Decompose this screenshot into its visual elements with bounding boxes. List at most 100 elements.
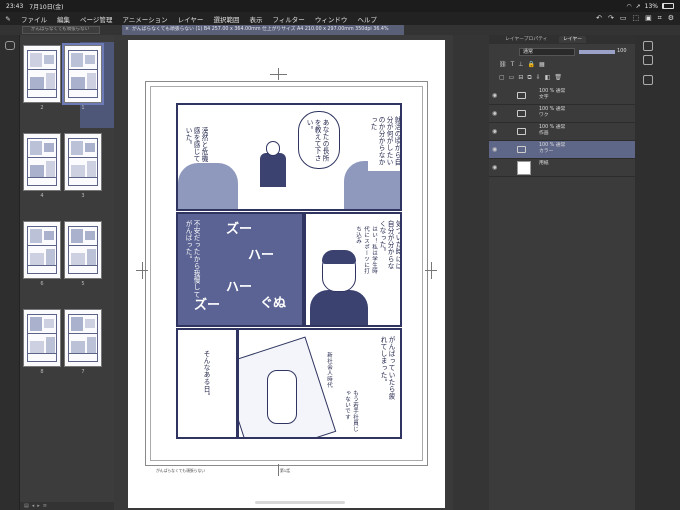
layer-row[interactable]: ◉ 100 % 通常 作画: [489, 123, 635, 141]
new-folder-icon[interactable]: ⊟: [518, 74, 523, 82]
thumbnail-panel: [30, 165, 44, 177]
page-manager-toolbar: ▤ ◂ ▸ ≡: [20, 502, 114, 510]
thought-text: はい！私は学生時代にスポーツに打ち込み: [355, 226, 377, 274]
page-thumbnail[interactable]: [23, 309, 61, 367]
register-mark-left-v: [142, 262, 143, 279]
panel-confusion: 不安だったから我慢してがんばった。 ズー ハー ハー ズー ぐぬ: [176, 212, 304, 327]
text-icon[interactable]: T: [511, 61, 515, 69]
page-number-label: 6: [40, 281, 44, 287]
close-tab-icon[interactable]: ×: [125, 25, 129, 35]
layer-panel-tabs: レイヤープロパティ レイヤー: [489, 35, 635, 44]
next-icon[interactable]: ▸: [37, 503, 40, 509]
caption-left: 漠然と危機感を感じていた。: [184, 127, 208, 163]
layer-row[interactable]: ◉ 100 % 通常 カラー: [489, 141, 635, 159]
layer-info: 100 % 通常 カラー: [539, 143, 565, 155]
menu-animation[interactable]: アニメーション: [117, 14, 172, 24]
page-manager-icon[interactable]: [5, 41, 15, 50]
redo-icon[interactable]: ↷: [608, 14, 614, 23]
layer-info: 100 % 通常 ワク: [539, 107, 565, 119]
opacity-value: 100: [617, 48, 627, 54]
home-indicator[interactable]: [255, 501, 345, 504]
thumbnail-panel: [30, 317, 42, 331]
menu-file[interactable]: ファイル: [16, 14, 52, 24]
layer-row[interactable]: ◉ 100 % 通常 ワク: [489, 105, 635, 123]
copy-icon[interactable]: ⧉: [527, 74, 531, 82]
new-layer-icon[interactable]: ▢: [499, 74, 505, 82]
caption-right: 就活の頃から自分が何がしたいのか分からなかった: [368, 115, 400, 171]
layer-toolrow-1: ⛓ T ⊥ 🔒 ▦: [499, 61, 545, 69]
thumbnail-panel: [30, 341, 44, 353]
eye-icon[interactable]: ◉: [492, 92, 497, 99]
eye-icon[interactable]: ◉: [492, 110, 497, 117]
thumbnail-divider: [69, 177, 97, 178]
eye-icon[interactable]: ◉: [492, 128, 497, 135]
menu-selection[interactable]: 選択範囲: [208, 14, 244, 24]
clear-icon[interactable]: ▭: [620, 14, 627, 23]
battery-percent: 13%: [644, 2, 658, 10]
transform-icon[interactable]: ⬚: [633, 14, 640, 23]
add-page-icon[interactable]: ▤: [24, 503, 29, 509]
character-body: [310, 290, 368, 325]
canvas-area[interactable]: あなたの長所を教えて下さい。 漠然と危機感を感じていた。 就活の頃から自分が何が…: [114, 35, 453, 510]
page-thumbnail[interactable]: [64, 133, 102, 191]
menu-view[interactable]: 表示: [244, 14, 267, 24]
eye-icon[interactable]: ◉: [492, 164, 497, 171]
document-tab[interactable]: × がんばらなくても頑張らない (1) B4 257.00 x 364.00mm…: [122, 25, 404, 35]
menu-layer[interactable]: レイヤー: [173, 14, 209, 24]
opacity-slider-fill: [579, 50, 615, 54]
page-thumbnail[interactable]: [64, 221, 102, 279]
new-vector-icon[interactable]: ▭: [509, 74, 515, 82]
navigator-icon[interactable]: [643, 41, 653, 51]
blend-mode-select[interactable]: 通常: [519, 48, 575, 56]
thumbnail-panel: [30, 141, 42, 155]
panel-oneday: そんなある日。: [176, 328, 238, 439]
thumbnail-frame: [68, 50, 98, 98]
menu-help[interactable]: ヘルプ: [352, 14, 382, 24]
prev-icon[interactable]: ◂: [32, 503, 35, 509]
page-thumbnail[interactable]: [64, 309, 102, 367]
sfx-2: ハー: [248, 248, 275, 263]
page-thumbnail[interactable]: [23, 221, 61, 279]
menu-icon[interactable]: ≡: [43, 503, 47, 509]
crop-icon[interactable]: ⌗: [658, 14, 662, 23]
app-logo-icon[interactable]: ✎: [0, 15, 16, 23]
app-window: 23:43 7月10日(金) ◠ ➚ 13% ✎ ファイル 編集 ページ管理 ア…: [0, 0, 680, 510]
thumbnail-divider: [28, 245, 56, 246]
layer-properties-icon[interactable]: [643, 55, 653, 65]
merge-icon[interactable]: ⇩: [536, 74, 541, 82]
thumbnail-divider: [28, 69, 56, 70]
grid-icon[interactable]: ▦: [539, 61, 545, 69]
manga-page[interactable]: あなたの長所を教えて下さい。 漠然と危機感を感じていた。 就活の頃から自分が何が…: [128, 40, 445, 508]
mask-icon[interactable]: ◧: [545, 74, 551, 82]
history-icon[interactable]: [643, 75, 653, 85]
menu-window[interactable]: ウィンドウ: [310, 14, 353, 24]
settings-icon[interactable]: ⚙: [668, 14, 674, 23]
folder-icon: [517, 92, 526, 99]
menu-page[interactable]: ページ管理: [75, 14, 117, 24]
page-thumbnail[interactable]: [62, 43, 104, 105]
trash-icon[interactable]: 🗑: [554, 74, 562, 82]
caption-confusion: 不安だったから我慢してがんばった。: [184, 220, 200, 299]
caption-mutter: もう若手社員じゃないです: [344, 390, 358, 432]
eye-icon[interactable]: ◉: [492, 146, 497, 153]
tab-layer[interactable]: レイヤー: [559, 36, 587, 43]
ruler-icon[interactable]: ⊥: [518, 61, 523, 69]
clip-icon[interactable]: ⛓: [499, 61, 507, 69]
page-manager-tab[interactable]: がんばらなくても頑張らない: [22, 26, 100, 34]
thumbnail-frame: [68, 314, 98, 362]
thumbnail-divider: [28, 89, 56, 90]
opacity-slider[interactable]: [579, 50, 615, 54]
battery-icon: [662, 3, 674, 9]
tab-layer-property[interactable]: レイヤープロパティ: [501, 36, 551, 43]
layer-row[interactable]: ◉ 100 % 通常 文字: [489, 87, 635, 105]
caption-realization: 気づいた時には自分が分からなくなった。: [378, 220, 402, 270]
layer-row[interactable]: ◉ 用紙: [489, 159, 635, 177]
layer-info: 用紙: [539, 161, 549, 167]
fill-icon[interactable]: ▣: [645, 14, 652, 23]
lock-icon[interactable]: 🔒: [528, 61, 535, 69]
menu-edit[interactable]: 編集: [52, 14, 75, 24]
page-thumbnail[interactable]: [23, 45, 61, 103]
menu-filter[interactable]: フィルター: [267, 14, 309, 24]
page-thumbnail[interactable]: [23, 133, 61, 191]
undo-icon[interactable]: ↶: [596, 14, 602, 23]
